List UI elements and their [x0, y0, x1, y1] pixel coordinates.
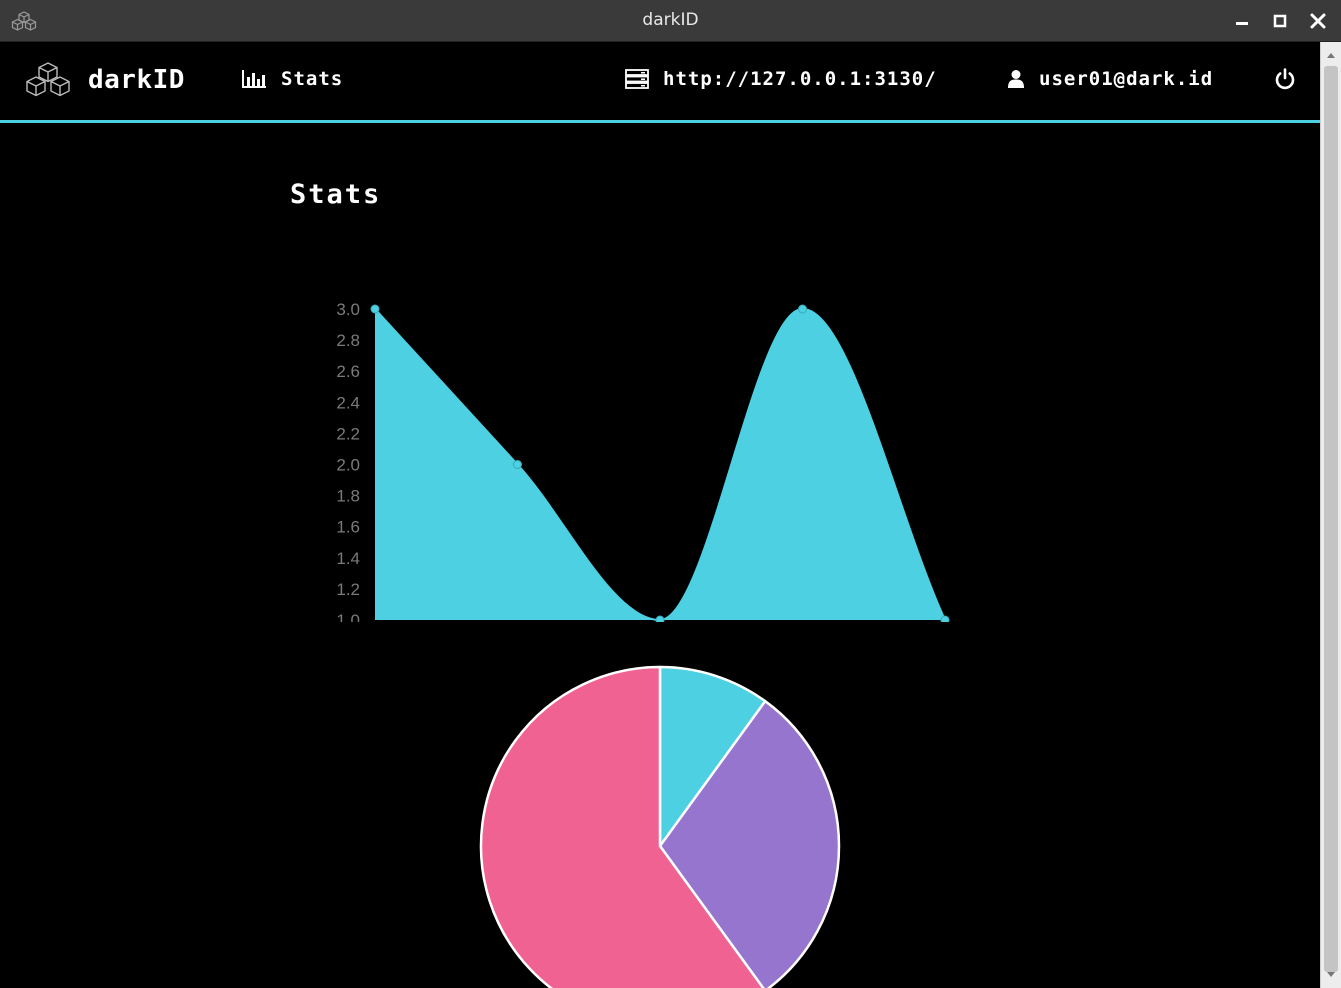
- brand-name: darkID: [88, 65, 185, 95]
- minimize-button[interactable]: [1230, 9, 1254, 33]
- bar-chart-icon: [242, 70, 266, 88]
- y-tick-label: 1.6: [336, 518, 360, 537]
- maximize-button[interactable]: [1268, 9, 1292, 33]
- caret-down-icon: [1327, 972, 1335, 977]
- server-icon: [625, 69, 649, 89]
- y-tick-label: 2.4: [336, 393, 360, 412]
- y-tick-label: 1.0: [336, 611, 360, 622]
- scroll-down-button[interactable]: [1321, 966, 1341, 984]
- chart-area-fill: [375, 309, 945, 620]
- chart-data-point[interactable]: [370, 304, 380, 314]
- user-icon: [1008, 70, 1024, 88]
- nav-stats-link[interactable]: Stats: [241, 66, 343, 92]
- scrollbar-thumb[interactable]: [1324, 66, 1338, 972]
- app-window-content: darkID Stats http://127.0.0.1:3130/ user…: [0, 42, 1320, 988]
- vertical-scrollbar[interactable]: [1320, 42, 1341, 988]
- server-url: http://127.0.0.1:3130/: [663, 68, 937, 90]
- page-title: Stats: [290, 179, 382, 210]
- logout-button[interactable]: [1273, 66, 1297, 92]
- brand-link[interactable]: darkID: [22, 60, 185, 100]
- maximize-icon: [1273, 14, 1287, 28]
- y-tick-label: 1.8: [336, 487, 360, 506]
- y-tick-label: 2.8: [336, 331, 360, 350]
- server-url-link[interactable]: http://127.0.0.1:3130/: [625, 66, 937, 92]
- stats-pie-chart: [479, 665, 841, 988]
- chart-data-point[interactable]: [940, 615, 950, 622]
- scroll-up-button[interactable]: [1321, 46, 1341, 64]
- close-button[interactable]: [1306, 9, 1330, 33]
- close-icon: [1310, 13, 1326, 29]
- chart-data-point[interactable]: [798, 304, 807, 314]
- cubes-icon: [26, 62, 70, 97]
- user-email: user01@dark.id: [1039, 68, 1214, 90]
- window-title: darkID: [642, 10, 699, 30]
- user-account-link[interactable]: user01@dark.id: [1007, 66, 1213, 92]
- y-tick-label: 1.4: [336, 549, 360, 568]
- y-tick-label: 3.0: [336, 300, 360, 319]
- stats-line-chart: 3.02.82.62.42.22.01.81.61.41.21.029.12.2…: [336, 300, 950, 622]
- y-tick-label: 2.6: [336, 362, 360, 381]
- nav-stats-label: Stats: [281, 68, 344, 90]
- y-tick-label: 1.2: [336, 580, 360, 599]
- navbar: darkID Stats http://127.0.0.1:3130/ user…: [0, 42, 1320, 123]
- chart-data-point[interactable]: [513, 460, 522, 469]
- window-titlebar: darkID: [0, 0, 1341, 42]
- y-tick-label: 2.0: [336, 456, 360, 475]
- y-tick-label: 2.2: [336, 424, 360, 443]
- minimize-icon: [1236, 22, 1248, 25]
- caret-up-icon: [1327, 53, 1335, 58]
- power-icon: [1275, 68, 1295, 90]
